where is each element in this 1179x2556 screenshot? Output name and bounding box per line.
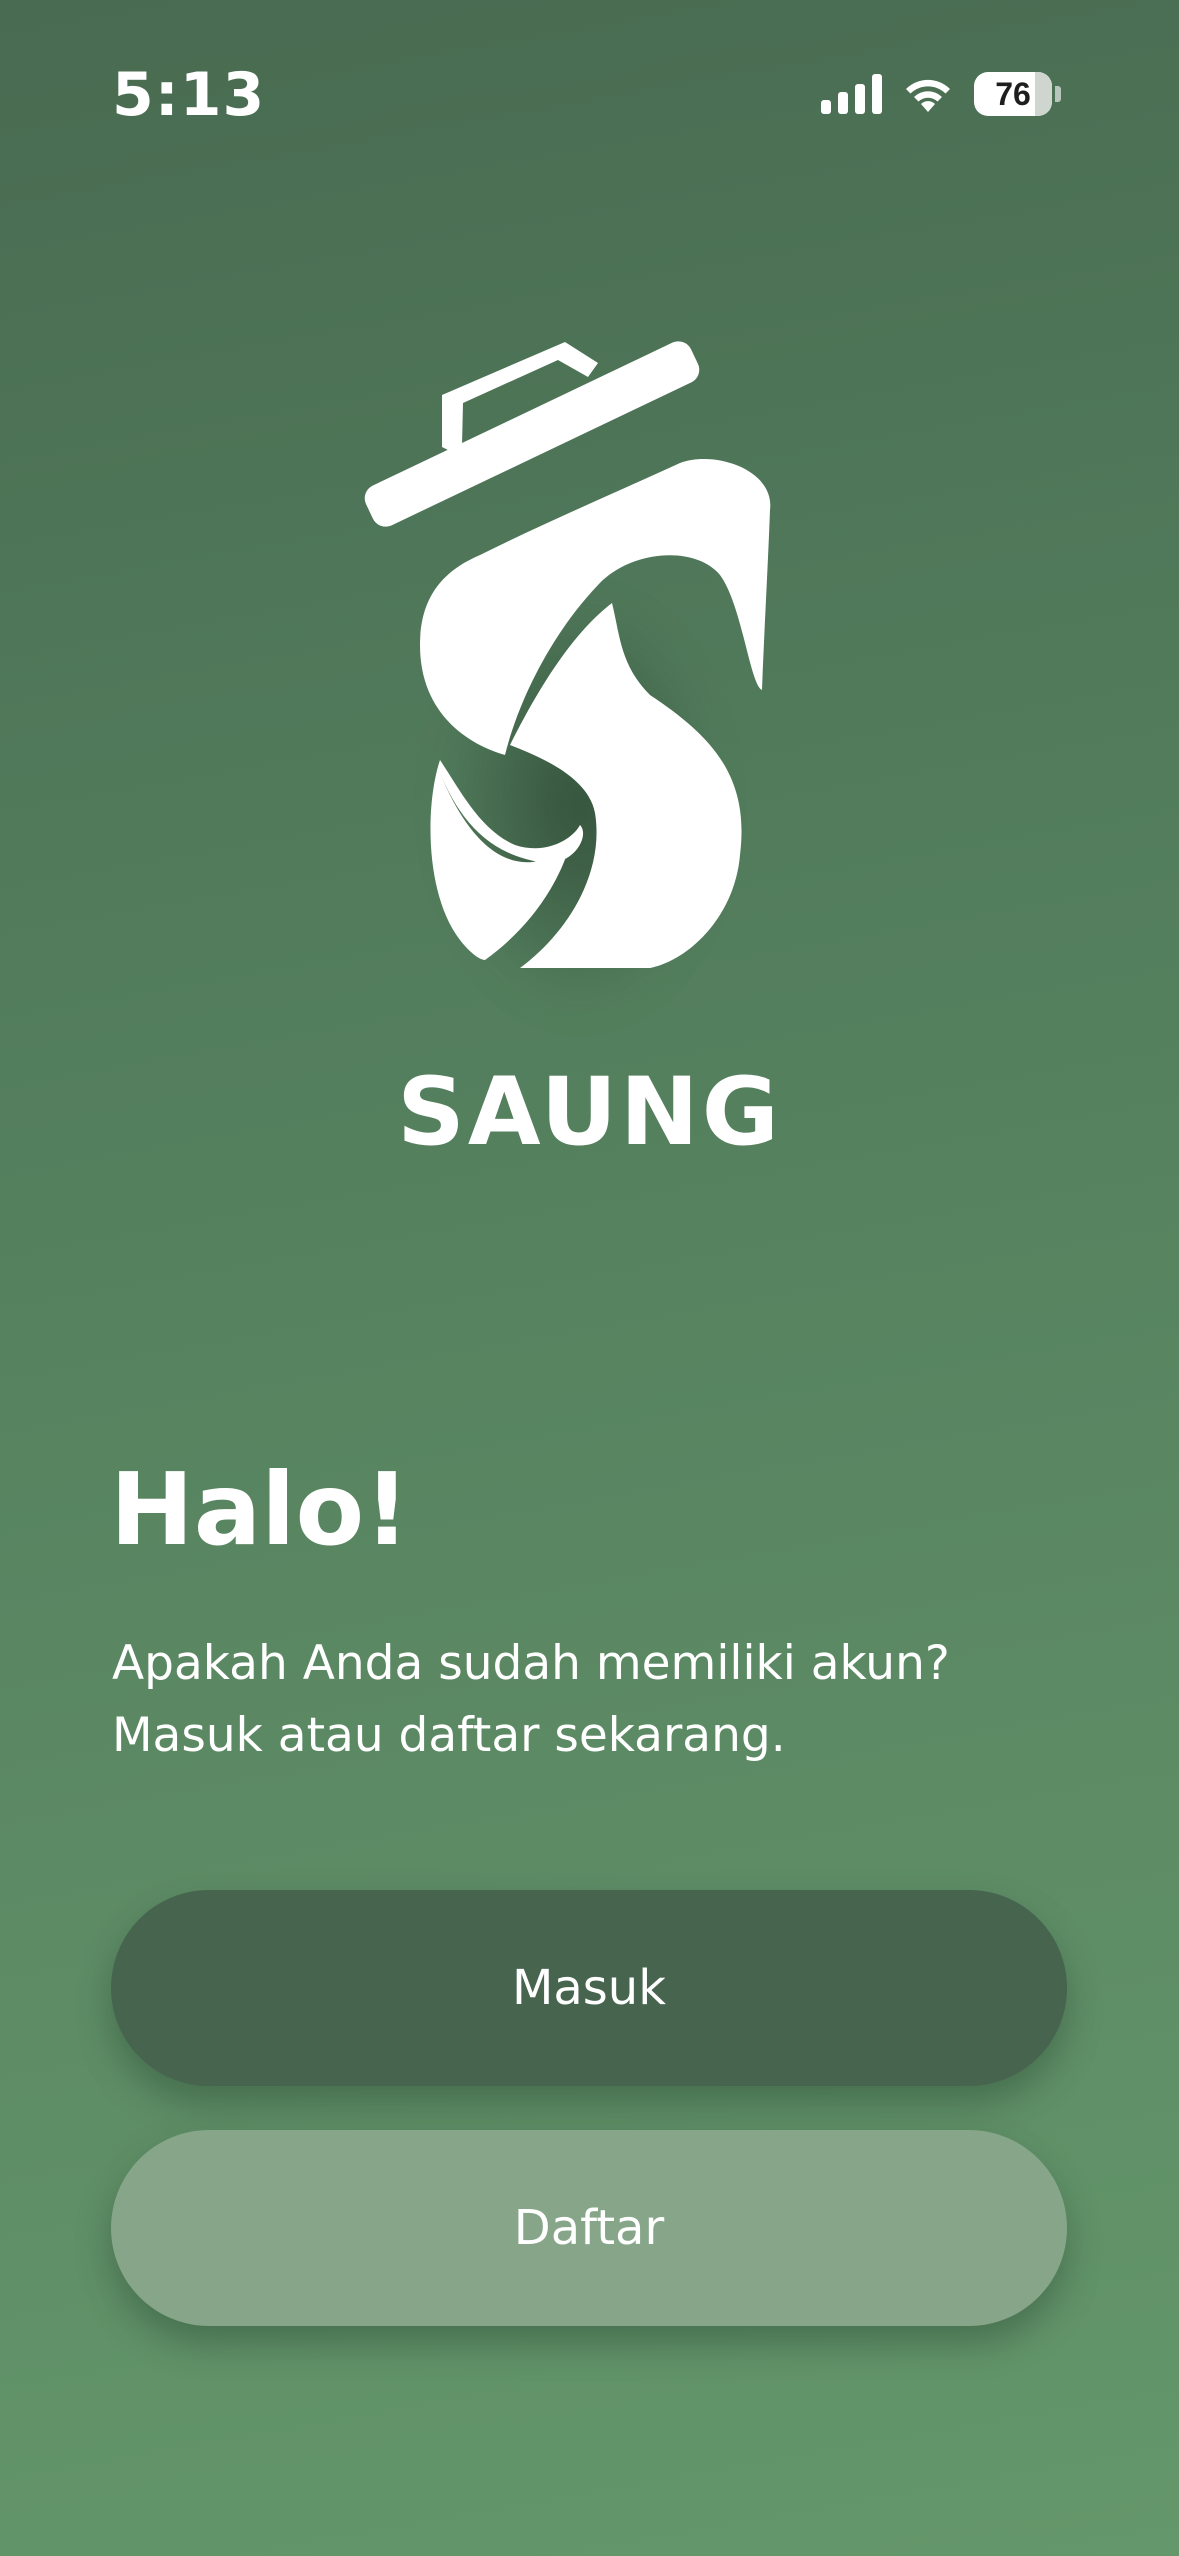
brand-logo xyxy=(350,335,780,1015)
welcome-screen: 5:13 76 SAUNG Halo! Apakah Anda sudah me… xyxy=(0,0,1179,2556)
register-button-label: Daftar xyxy=(513,2200,665,2256)
signal-icon xyxy=(821,74,882,114)
status-time: 5:13 xyxy=(112,60,266,130)
login-button-label: Masuk xyxy=(511,1960,667,2016)
status-icons: 76 xyxy=(821,62,1061,126)
register-button[interactable]: Daftar xyxy=(111,2130,1067,2326)
wifi-icon xyxy=(906,79,950,112)
trash-bin-s-logo-icon xyxy=(364,341,771,968)
greeting-subtitle: Apakah Anda sudah memiliki akun? Masuk a… xyxy=(112,1628,1072,1772)
subtitle-line-2: Masuk atau daftar sekarang. xyxy=(112,1708,786,1763)
subtitle-line-1: Apakah Anda sudah memiliki akun? xyxy=(112,1636,950,1691)
battery-level: 76 xyxy=(995,75,1031,112)
login-button[interactable]: Masuk xyxy=(111,1890,1067,2086)
battery-icon: 76 xyxy=(974,72,1061,116)
greeting-title: Halo! xyxy=(110,1451,410,1568)
brand-name: SAUNG xyxy=(397,1058,782,1167)
